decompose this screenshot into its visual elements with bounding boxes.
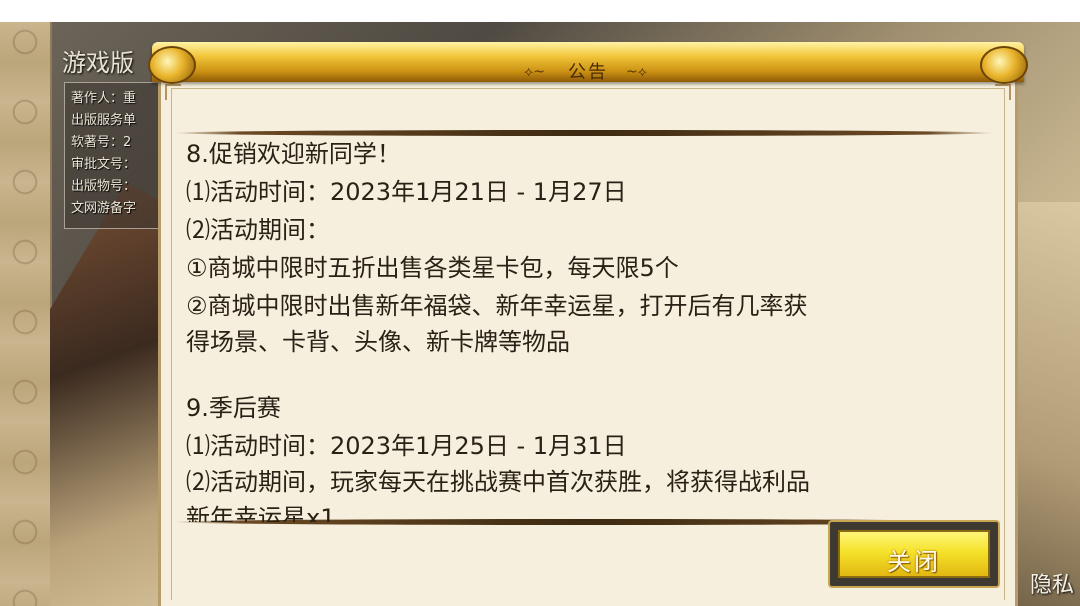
announcement-line: 得场景、卡背、头像、新卡牌等物品 <box>186 328 570 356</box>
announcement-line: ⑵活动期间，玩家每天在挑战赛中首次获胜，将获得战利品 <box>186 468 810 496</box>
info-line: 出版服务单 <box>71 113 137 128</box>
info-line: 著作人：重 <box>71 91 137 106</box>
info-line: 出版物号： <box>71 179 137 194</box>
announcement-content[interactable]: 8.促销欢迎新同学！ ⑴活动时间：2023年1月21日 - 1月27日 ⑵活动期… <box>186 92 986 522</box>
announcement-line: ⑴活动时间：2023年1月21日 - 1月27日 <box>186 178 627 206</box>
info-line: 软著号：2 <box>71 135 132 150</box>
decorative-border-strip <box>0 22 52 606</box>
announcement-line: 9.季后赛 <box>186 394 281 422</box>
close-button[interactable]: 关闭 <box>828 520 1000 588</box>
announcement-line: ②商城中限时出售新年福袋、新年幸运星，打开后有几率获 <box>186 292 808 320</box>
corner-ornament <box>165 84 181 100</box>
close-button-label: 关闭 <box>887 548 941 576</box>
info-line: 审批文号： <box>71 157 137 172</box>
privacy-link[interactable]: 隐私 <box>1030 567 1074 599</box>
dialog-header: ⟡~ ~⟡ 公告 <box>148 42 1028 84</box>
corner-ornament <box>995 84 1011 100</box>
dialog-title: 公告 <box>568 62 608 83</box>
announcement-line: ①商城中限时五折出售各类星卡包，每天限5个 <box>186 254 679 282</box>
close-button-face: 关闭 <box>838 530 990 578</box>
info-line: 文网游备字 <box>71 201 137 216</box>
announcement-line: 新年幸运星x1 <box>186 504 336 522</box>
announcement-line: ⑵活动期间： <box>186 216 330 244</box>
version-title: 游戏版 <box>62 49 134 77</box>
announcement-line: ⑴活动时间：2023年1月25日 - 1月31日 <box>186 432 627 460</box>
announcement-line: 8.促销欢迎新同学！ <box>186 140 401 168</box>
